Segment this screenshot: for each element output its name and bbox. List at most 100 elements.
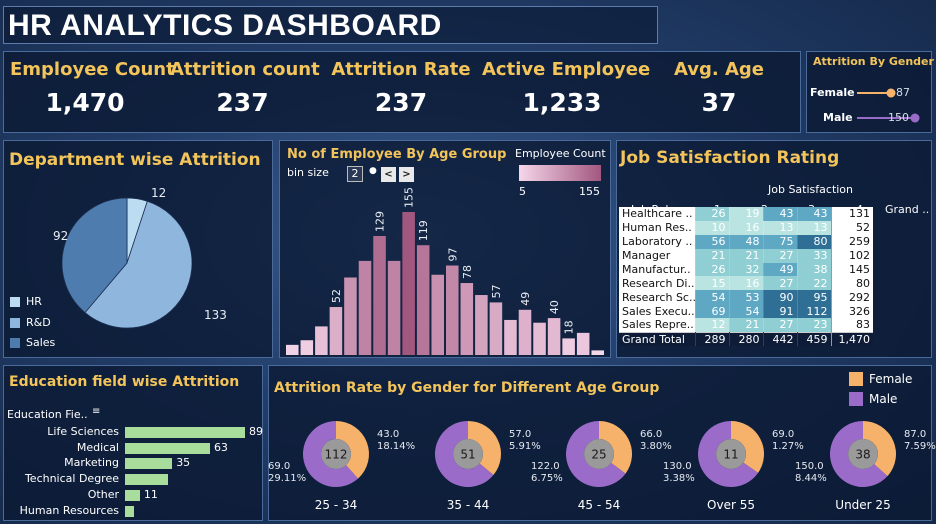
legend-hr[interactable]: HR [10,295,42,308]
age-bar [518,309,532,355]
donut-total-label: 112 [325,448,348,462]
education-category-label: Other [87,487,119,501]
legend-swatch [10,317,20,328]
donut-female-label-value: 87.0 [904,429,927,440]
legend-label: Male [869,392,898,406]
grand-total-cell: 131 [830,207,873,221]
grand-total-cell: 1,470 [830,331,873,346]
rating-cell: 33 [796,248,831,263]
legend-rd[interactable]: R&D [10,316,51,329]
attrition-rate-gender-age-panel: Attrition Rate by Gender for Different A… [268,365,936,521]
rating-cell: 27 [762,276,797,291]
job-role-cell: Laboratory .. [619,234,695,249]
education-field-header: Education Fie.. [7,408,88,421]
rating-cell: 23 [796,318,831,333]
rating-cell: 54 [728,304,763,319]
legend-sales[interactable]: Sales [10,336,55,349]
education-value-label: 89 [249,425,263,438]
sort-icon[interactable]: ≡ [92,406,100,417]
job-role-cell: Research Di.. [619,276,695,291]
age-bar [431,274,444,355]
attrition-by-gender-panel: Attrition By Gender Female 87 Male 150 [806,51,934,133]
rating-cell: 21 [694,248,729,263]
kpi-avg-age: Avg. Age 37 [664,52,774,117]
kpi-label: Employee Count [10,59,175,80]
education-value-label: 35 [176,456,191,470]
donut-total-label: 51 [460,448,475,462]
donut-total-label: 25 [591,448,606,462]
education-value-label: 63 [213,440,228,454]
department-attrition-panel: Department wise Attrition 12 133 92 HR R… [3,140,273,358]
grand-total-cell: 80 [830,276,873,291]
education-category-label: Technical Degree [24,472,119,486]
age-bar [533,322,546,355]
donut-female-label-percent: 5.91% [509,441,541,452]
age-bar-label: 18 [563,320,576,334]
donut-over-55: 11 [698,421,764,487]
donut-male-label-percent: 8.44% [795,473,827,484]
rating-cell: 21 [728,318,763,333]
table-row: Research Di.. 15 16 27 22 80 [619,276,873,291]
panel-title: Attrition By Gender [813,55,934,68]
legend-swatch [10,296,20,307]
age-bar [446,265,459,355]
job-role-cell: Manager [619,248,695,263]
age-bar-label: 40 [548,300,561,314]
job-role-cell: Human Res.. [619,220,695,235]
legend-swatch [849,372,863,386]
rating-cell: 27 [762,248,797,263]
job-role-cell: Healthcare .. [619,207,695,221]
legend-swatch [10,337,20,348]
donut-total-label: 38 [855,448,870,462]
rating-cell: 21 [728,248,763,263]
kpi-label: Avg. Age [673,59,765,80]
rating-cell: 53 [728,290,763,305]
rating-cell: 48 [728,234,763,249]
donut-female-label-percent: 7.59% [904,441,936,452]
kpi-value: 237 [374,88,428,117]
rating-cell: 69 [694,304,729,319]
legend-label: HR [26,295,42,308]
job-role-cell: Sales Repre.. [619,318,695,333]
donut-category-label: Under 25 [835,498,891,512]
legend-female[interactable]: Female [849,372,912,386]
age-bar-label: 57 [490,284,503,298]
female-dot [886,88,896,98]
age-bar [402,212,415,355]
table-total-row: Grand Total 289 280 442 459 1,470 [619,331,873,346]
grand-total-cell: 259 [830,234,873,249]
kpi-label: Attrition Rate [331,59,471,80]
age-bar [591,350,604,355]
rating-cell: 43 [762,207,797,221]
grand-total-cell: 326 [830,304,873,319]
kpi-employee-count: Employee Count 1,470 [10,52,175,117]
legend-male[interactable]: Male [849,392,897,406]
grand-total-cell: 145 [830,262,873,277]
legend-label: Female [869,372,913,386]
rating-cell: 91 [762,304,797,319]
donut-category-label: Over 55 [707,498,755,512]
donut-male-label: 150.0 8.44% [795,461,827,485]
female-lollipop [857,88,896,98]
rating-cell: 43 [796,207,831,221]
donut-female-label: 57.0 5.91% [509,429,541,453]
kpi-value: 1,233 [522,88,602,117]
grand-total-cell: 52 [830,220,873,235]
department-pie-chart [62,197,192,329]
rating-cell: 32 [728,262,763,277]
donut-male-label-percent: 3.38% [663,473,695,484]
kpi-value: 37 [701,88,737,117]
education-category-label: Life Sciences [47,425,119,438]
pie-label-sales: 92 [53,229,69,243]
donut-male-label-value: 122.0 [531,461,560,472]
job-role-cell: Research Sc.. [619,290,695,305]
kpi-attrition-count: Attrition count 237 [170,52,320,117]
age-bar-label: 129 [374,211,387,232]
age-bar [344,277,357,355]
age-bar [416,245,430,355]
donut-female-label: 69.0 1.27% [772,429,804,453]
kpi-panel: Employee Count 1,470 Attrition count 237… [3,51,801,133]
donut-female-label-value: 43.0 [377,429,400,440]
donut-25-34: 112 [303,421,369,487]
dashboard-title-box: HR ANALYTICS DASHBOARD [3,6,658,44]
